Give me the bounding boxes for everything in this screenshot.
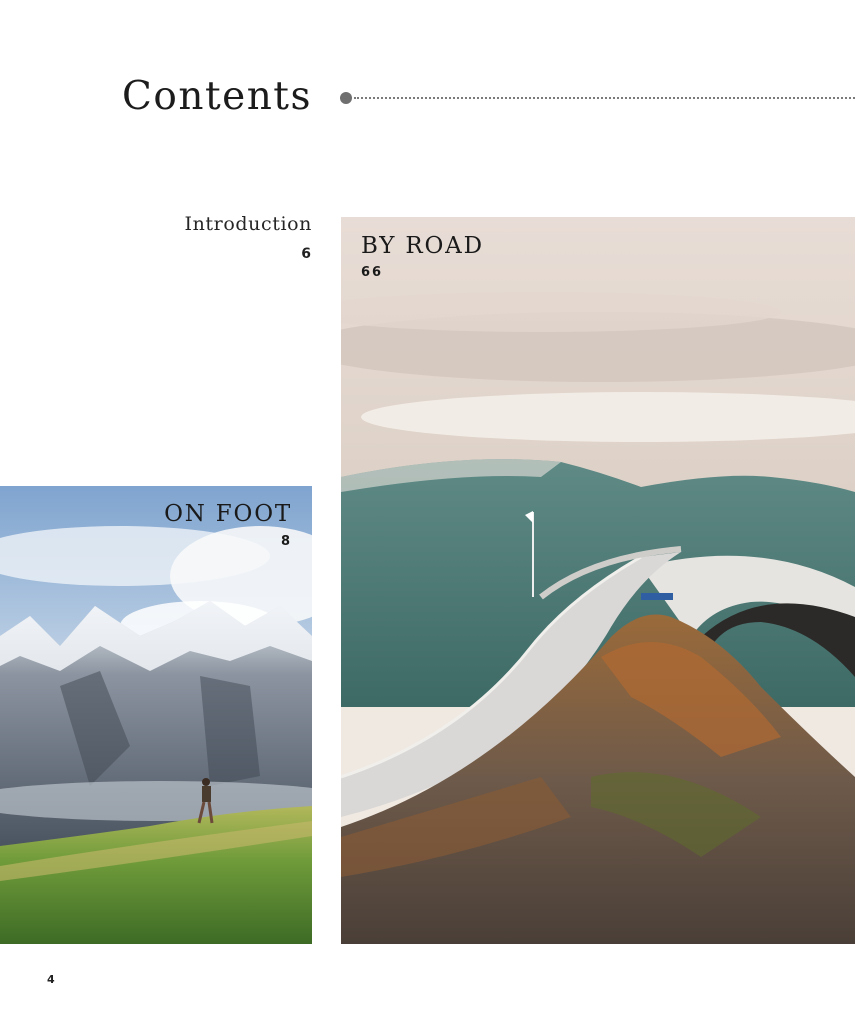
by-road-section-image: BY ROAD 66 [341, 217, 855, 944]
on-foot-label: ON FOOT [164, 501, 292, 527]
toc-entry-introduction-page: 6 [301, 246, 312, 262]
by-road-label: BY ROAD [361, 233, 484, 259]
page-number: 4 [47, 973, 55, 986]
dotted-leader-line [354, 97, 855, 99]
page-title: Contents [122, 74, 312, 119]
on-foot-section-image: ON FOOT 8 [0, 486, 312, 944]
toc-entry-introduction-label: Introduction [184, 213, 312, 235]
on-foot-page: 8 [280, 534, 292, 549]
bridge-road-photo [341, 217, 855, 944]
leader-dot [340, 92, 352, 104]
mountain-hiker-photo [0, 486, 312, 944]
by-road-page: 66 [361, 265, 384, 280]
